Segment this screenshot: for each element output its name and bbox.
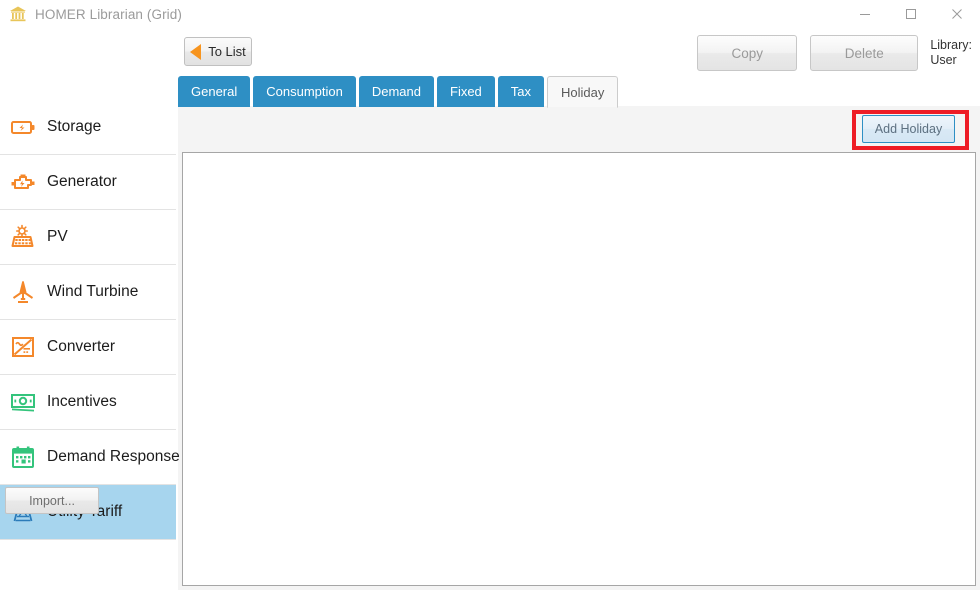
sidebar-item-converter[interactable]: Converter [0, 320, 176, 375]
library-indicator: Library: User [930, 38, 972, 68]
calendar-icon [8, 442, 38, 472]
sidebar-item-incentives[interactable]: Incentives [0, 375, 176, 430]
to-list-label: To List [208, 44, 246, 59]
tab-demand[interactable]: Demand [359, 76, 434, 107]
tab-tax[interactable]: Tax [498, 76, 544, 107]
to-list-button[interactable]: To List [184, 37, 252, 66]
maximize-icon[interactable] [888, 0, 934, 28]
minimize-icon[interactable] [842, 0, 888, 28]
holiday-list-area[interactable] [182, 152, 976, 586]
tab-fixed[interactable]: Fixed [437, 76, 495, 107]
tab-general[interactable]: General [178, 76, 250, 107]
tab-consumption[interactable]: Consumption [253, 76, 356, 107]
library-indicator-line1: Library: [930, 38, 972, 53]
tab-strip: General Consumption Demand Fixed Tax Hol… [178, 76, 621, 107]
close-icon[interactable] [934, 0, 980, 28]
engine-icon [8, 167, 38, 197]
holiday-panel: Add Holiday [178, 106, 980, 590]
sidebar-item-label: Incentives [47, 393, 117, 411]
sidebar-item-label: Generator [47, 173, 117, 191]
sidebar-item-label: Wind Turbine [47, 283, 138, 301]
import-button[interactable]: Import... [5, 487, 99, 514]
sidebar-item-label: Demand Response [47, 448, 180, 466]
tab-holiday[interactable]: Holiday [547, 76, 618, 108]
title-bar: HOMER Librarian (Grid) [0, 0, 980, 28]
sidebar-item-label: Storage [47, 118, 101, 136]
header-actions: Copy Delete Library: User [697, 33, 980, 73]
add-holiday-button[interactable]: Add Holiday [862, 115, 955, 143]
window-controls [842, 0, 980, 28]
sidebar-item-pv[interactable]: PV [0, 210, 176, 265]
sidebar-item-demand-response[interactable]: Demand Response [0, 430, 176, 485]
bank-building-icon [9, 5, 27, 23]
banknote-icon [8, 387, 38, 417]
app-window: HOMER Librarian (Grid) To List Copy Dele… [0, 0, 980, 590]
wind-turbine-icon [8, 277, 38, 307]
battery-icon [8, 112, 38, 142]
panel-toolbar: Add Holiday [178, 106, 980, 152]
sidebar: Storage Generator [0, 100, 176, 590]
sidebar-item-generator[interactable]: Generator [0, 155, 176, 210]
sidebar-item-label: Converter [47, 338, 115, 356]
sidebar-item-wind-turbine[interactable]: Wind Turbine [0, 265, 176, 320]
sidebar-item-label: PV [47, 228, 68, 246]
window-title: HOMER Librarian (Grid) [35, 7, 182, 22]
sidebar-item-storage[interactable]: Storage [0, 100, 176, 155]
delete-button[interactable]: Delete [810, 35, 918, 71]
converter-icon [8, 332, 38, 362]
library-indicator-line2: User [930, 53, 972, 68]
back-arrow-icon [190, 44, 201, 60]
solar-panel-icon [8, 222, 38, 252]
copy-button[interactable]: Copy [697, 35, 797, 71]
